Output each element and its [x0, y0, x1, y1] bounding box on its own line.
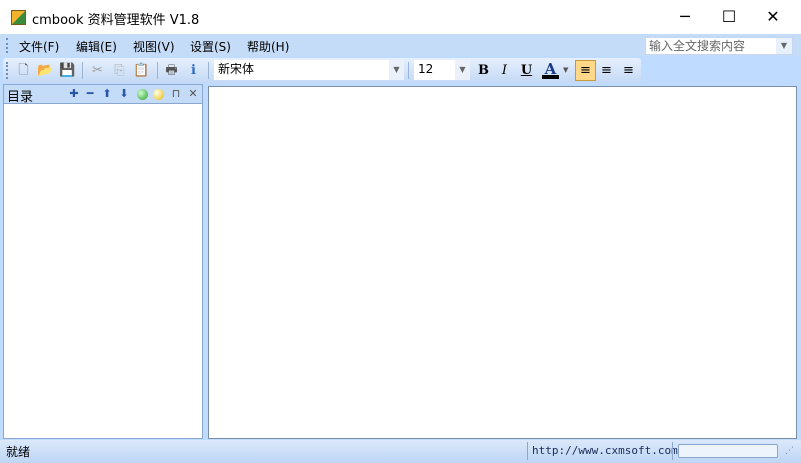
menu-edit[interactable]: 编辑(E)	[76, 38, 117, 55]
font-value: 新宋体	[218, 62, 255, 76]
close-button[interactable]: ✕	[750, 0, 796, 34]
bold-button[interactable]: B	[475, 62, 492, 79]
search-placeholder: 输入全文搜索内容	[649, 39, 746, 53]
copy-icon[interactable]: ⎘	[111, 62, 128, 79]
minimize-button[interactable]: ─	[662, 0, 708, 34]
open-folder-icon[interactable]: 📂	[37, 62, 54, 79]
chevron-down-icon[interactable]: ▼	[563, 66, 568, 74]
title-bar: cmbook 资料管理软件 V1.8 ─ ☐ ✕	[0, 0, 801, 34]
underline-button[interactable]: U	[518, 62, 535, 79]
status-bar: 就绪 http://www.cxmsoft.com ⋰	[0, 440, 801, 463]
separator	[408, 62, 409, 79]
toolbar-grip[interactable]	[6, 62, 9, 79]
separator	[157, 62, 158, 79]
chevron-down-icon[interactable]: ▼	[389, 60, 404, 80]
app-icon	[11, 10, 26, 25]
menu-file[interactable]: 文件(F)	[19, 38, 59, 55]
panel-header: 目录 ✚ ━ ⬆ ⬇ ⊓ ✕	[4, 85, 202, 105]
paste-icon[interactable]: 📋	[133, 62, 150, 79]
move-down-icon[interactable]: ⬇	[118, 87, 130, 100]
close-panel-icon[interactable]: ✕	[187, 87, 199, 100]
font-select[interactable]: 新宋体 ▼	[214, 60, 404, 80]
add-icon[interactable]: ✚	[68, 87, 80, 100]
remove-icon[interactable]: ━	[84, 87, 96, 100]
cut-icon[interactable]: ✂	[89, 62, 106, 79]
panel-title: 目录	[7, 90, 34, 105]
search-input[interactable]: 输入全文搜索内容 ▼	[645, 37, 793, 55]
resize-grip-icon[interactable]: ⋰	[785, 446, 794, 456]
separator	[82, 62, 83, 79]
pin-icon[interactable]: ⊓	[170, 87, 182, 100]
save-icon[interactable]: 💾	[59, 62, 76, 79]
website-link[interactable]: http://www.cxmsoft.com	[532, 444, 678, 457]
print-icon[interactable]: 🖶	[163, 62, 180, 79]
green-ball-icon[interactable]	[137, 89, 148, 100]
menu-settings[interactable]: 设置(S)	[190, 38, 231, 55]
window-title: cmbook 资料管理软件 V1.8	[32, 13, 200, 28]
info-icon[interactable]: ℹ	[185, 62, 202, 79]
editor-area[interactable]	[208, 86, 797, 439]
font-size-value: 12	[418, 62, 434, 76]
directory-panel: 目录 ✚ ━ ⬆ ⬇ ⊓ ✕	[3, 84, 203, 439]
separator	[672, 442, 673, 460]
move-up-icon[interactable]: ⬆	[101, 87, 113, 100]
italic-button[interactable]: I	[496, 62, 513, 79]
chevron-down-icon[interactable]: ▼	[455, 60, 470, 80]
separator	[527, 442, 528, 460]
menu-view[interactable]: 视图(V)	[133, 38, 175, 55]
menu-grip[interactable]	[6, 38, 9, 53]
align-center-button[interactable]: ≡	[598, 62, 615, 79]
yellow-ball-icon[interactable]	[153, 89, 164, 100]
font-size-select[interactable]: 12 ▼	[414, 60, 470, 80]
separator	[208, 62, 209, 79]
align-left-button[interactable]: ≡	[575, 60, 596, 81]
status-text: 就绪	[6, 445, 31, 459]
font-color-button[interactable]: A	[542, 62, 559, 79]
chevron-down-icon[interactable]: ▼	[776, 38, 792, 54]
align-right-button[interactable]: ≡	[620, 62, 637, 79]
new-file-icon[interactable]: 🗋	[15, 62, 32, 79]
progress-bar	[678, 444, 778, 458]
maximize-button[interactable]: ☐	[706, 0, 752, 34]
menu-help[interactable]: 帮助(H)	[247, 38, 289, 55]
